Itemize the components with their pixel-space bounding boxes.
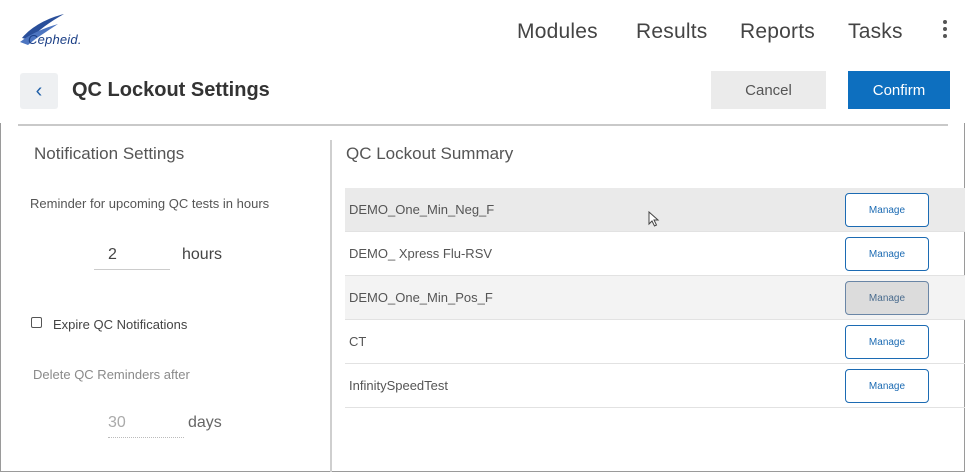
qc-lockout-summary-heading: QC Lockout Summary bbox=[346, 144, 514, 163]
manage-button[interactable]: Manage bbox=[845, 193, 929, 227]
manage-button[interactable]: Manage bbox=[845, 325, 929, 359]
manage-button[interactable]: Manage bbox=[845, 237, 929, 271]
assay-name: CT bbox=[349, 334, 367, 349]
chevron-left-icon: ‹ bbox=[35, 79, 43, 102]
list-item: InfinitySpeedTest Manage bbox=[345, 364, 965, 408]
panel-divider bbox=[330, 140, 332, 472]
list-item: CT Manage bbox=[345, 320, 965, 364]
manage-button[interactable]: Manage bbox=[845, 281, 929, 315]
expire-notifications-checkbox[interactable] bbox=[31, 317, 42, 328]
list-item: DEMO_One_Min_Pos_F Manage bbox=[345, 276, 965, 320]
reminder-hours-input[interactable]: 2 bbox=[94, 246, 170, 270]
list-item: DEMO_ Xpress Flu-RSV Manage bbox=[345, 232, 965, 276]
days-unit-label: days bbox=[188, 414, 222, 431]
delete-reminders-days-input: 30 bbox=[108, 414, 184, 438]
header-divider bbox=[18, 124, 948, 126]
nav-reports[interactable]: Reports bbox=[740, 20, 815, 44]
assay-name: InfinitySpeedTest bbox=[349, 378, 449, 393]
delete-reminders-label: Delete QC Reminders after bbox=[33, 367, 190, 382]
nav-results[interactable]: Results bbox=[636, 20, 707, 44]
reminder-hours-label: Reminder for upcoming QC tests in hours bbox=[30, 196, 270, 211]
back-button[interactable]: ‹ bbox=[20, 73, 58, 109]
notification-settings-heading: Notification Settings bbox=[34, 144, 185, 163]
confirm-button[interactable]: Confirm bbox=[848, 71, 950, 109]
expire-notifications-label[interactable]: Expire QC Notifications bbox=[53, 317, 187, 332]
top-navigation-bar: Cepheid. Modules Results Reports Tasks bbox=[0, 0, 965, 63]
mouse-cursor-icon bbox=[648, 211, 660, 227]
brand-name: Cepheid. bbox=[28, 32, 82, 47]
assay-name: DEMO_One_Min_Pos_F bbox=[349, 290, 493, 305]
page-title: QC Lockout Settings bbox=[72, 79, 270, 101]
cancel-button[interactable]: Cancel bbox=[711, 71, 826, 109]
assay-name: DEMO_ Xpress Flu-RSV bbox=[349, 246, 493, 261]
nav-modules[interactable]: Modules bbox=[517, 20, 598, 44]
nav-tasks[interactable]: Tasks bbox=[848, 20, 903, 44]
page-header: ‹ QC Lockout Settings Cancel Confirm bbox=[0, 63, 965, 123]
manage-button[interactable]: Manage bbox=[845, 369, 929, 403]
hours-unit-label: hours bbox=[182, 246, 223, 263]
assay-name: DEMO_One_Min_Neg_F bbox=[349, 202, 495, 217]
more-options-icon[interactable] bbox=[940, 20, 950, 42]
